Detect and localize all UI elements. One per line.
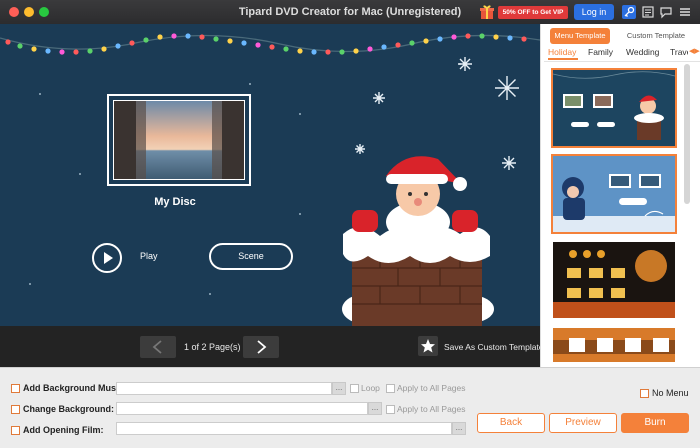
login-button[interactable]: Log in (574, 4, 614, 20)
close-window-button[interactable] (9, 7, 19, 17)
play-icon (104, 252, 113, 264)
tab-menu-template[interactable]: Menu Template (550, 28, 610, 44)
santa-illustration (342, 156, 494, 326)
no-menu-label: No Menu (652, 388, 689, 398)
play-label[interactable]: Play (140, 251, 158, 261)
tab-custom-template[interactable]: Custom Template (614, 28, 698, 44)
star-icon[interactable] (418, 336, 438, 356)
template-thumbnail-4[interactable] (551, 326, 677, 364)
key-icon[interactable] (622, 5, 636, 19)
promo-badge[interactable]: 50% OFF to Get VIP (498, 6, 568, 19)
next-page-button[interactable] (243, 336, 279, 358)
scene-button[interactable]: Scene (209, 243, 293, 270)
bg-music-browse-button[interactable]: ... (332, 382, 346, 395)
category-underline (548, 58, 578, 60)
category-travel[interactable]: Trave (670, 47, 688, 57)
menu-preview (0, 24, 540, 326)
preview-button[interactable]: Preview (549, 413, 617, 433)
page-indicator: 1 of 2 Page(s) (184, 342, 241, 352)
loop-label: Loop (361, 383, 380, 393)
bg-music-field[interactable] (116, 382, 332, 395)
bg-music-checkbox[interactable] (11, 384, 20, 393)
menu-icon[interactable] (678, 5, 692, 19)
opening-film-field[interactable] (116, 422, 452, 435)
category-holiday[interactable]: Holiday (548, 47, 576, 57)
zoom-window-button[interactable] (39, 7, 49, 17)
template-thumbnail-christmas-2[interactable] (551, 154, 677, 234)
template-scrollbar[interactable] (684, 64, 690, 204)
no-menu-checkbox[interactable] (640, 389, 649, 398)
category-family[interactable]: Family (588, 47, 613, 57)
gift-icon[interactable] (479, 4, 495, 20)
minimize-window-button[interactable] (24, 7, 34, 17)
register-icon[interactable] (641, 5, 655, 19)
template-thumbnail-christmas-1[interactable] (551, 68, 677, 148)
opening-film-checkbox[interactable] (11, 426, 20, 435)
category-scroll-arrows[interactable]: ◀▶ (689, 47, 700, 55)
photo-thumbnail (113, 100, 245, 180)
christmas-scene (0, 33, 540, 326)
photo-frame[interactable] (107, 94, 251, 186)
opening-film-browse-button[interactable]: ... (452, 422, 466, 435)
template-thumbnail-halloween[interactable] (551, 240, 677, 320)
apply-all-bg-label: Apply to All Pages (397, 404, 466, 414)
save-custom-template-button[interactable]: Save As Custom Template (444, 342, 544, 352)
change-bg-field[interactable] (116, 402, 368, 415)
apply-all-bg-checkbox[interactable] (386, 405, 395, 414)
play-button[interactable] (92, 243, 122, 273)
apply-all-music-checkbox[interactable] (386, 384, 395, 393)
disc-title[interactable]: My Disc (80, 196, 270, 208)
feedback-icon[interactable] (659, 5, 673, 19)
change-bg-browse-button[interactable]: ... (368, 402, 382, 415)
previous-page-button[interactable] (140, 336, 176, 358)
apply-all-music-label: Apply to All Pages (397, 383, 466, 393)
snowflake-icon (355, 57, 519, 170)
change-bg-label: Change Background: (23, 404, 115, 414)
chevron-left-icon (152, 340, 162, 354)
change-bg-checkbox[interactable] (11, 405, 20, 414)
back-button[interactable]: Back (477, 413, 545, 433)
string-lights (5, 33, 527, 55)
opening-film-label: Add Opening Film: (23, 425, 104, 435)
category-divider (544, 61, 700, 62)
category-wedding[interactable]: Wedding (626, 47, 659, 57)
burn-button[interactable]: Burn (621, 413, 689, 433)
bg-music-label: Add Background Music: (23, 383, 127, 393)
chevron-right-icon (257, 340, 267, 354)
loop-checkbox[interactable] (350, 384, 359, 393)
